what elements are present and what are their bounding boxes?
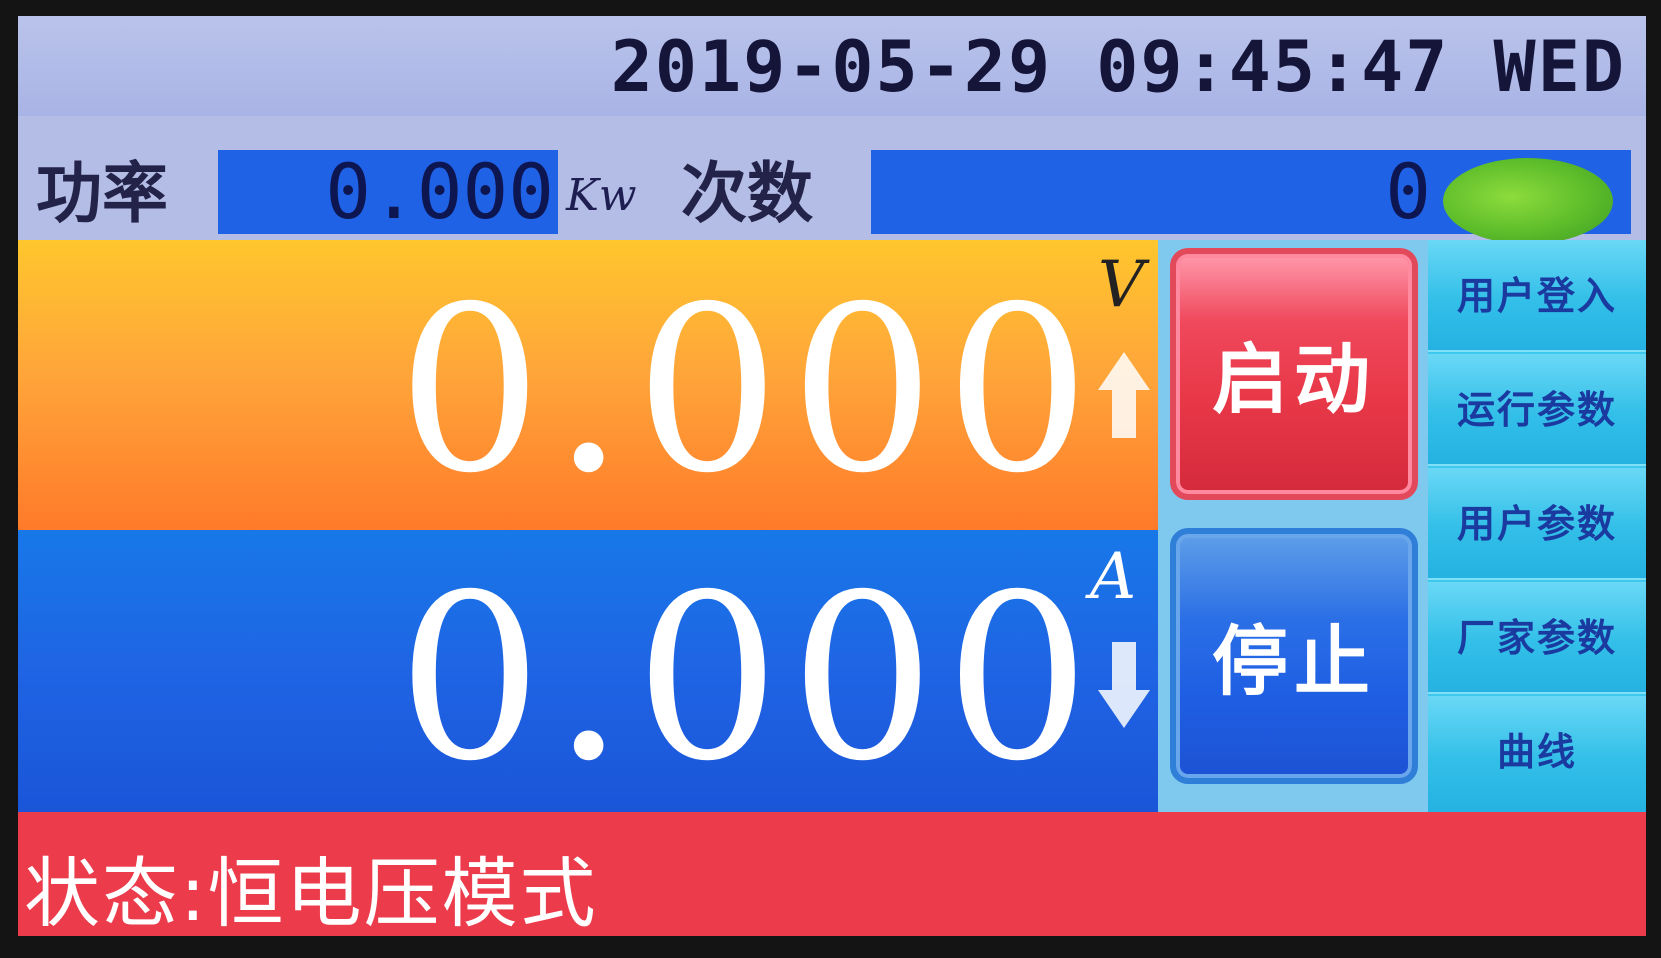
voltage-panel: 0.000 V xyxy=(18,240,1158,530)
power-count-row: 功率 0.000 Kw 次数 0 xyxy=(18,116,1646,240)
start-button[interactable]: 启动 xyxy=(1170,248,1418,500)
menu-item-factory-params[interactable]: 厂家参数 xyxy=(1428,582,1646,694)
datetime-bar: 2019-05-29 09:45:47 WED xyxy=(18,16,1646,116)
power-label: 功率 xyxy=(36,155,168,232)
menu-item-user-params[interactable]: 用户参数 xyxy=(1428,468,1646,580)
power-value: 0.000 xyxy=(218,150,558,234)
hmi-screen: 2019-05-29 09:45:47 WED 功率 0.000 Kw 次数 0… xyxy=(18,16,1646,936)
status-led-icon xyxy=(1443,158,1613,244)
arrow-down-icon xyxy=(1098,642,1150,728)
control-column: 启动 停止 xyxy=(1158,240,1428,812)
datetime-display: 2019-05-29 09:45:47 WED xyxy=(610,26,1626,108)
count-label: 次数 xyxy=(681,155,813,232)
status-text: 状态:恒电压模式 xyxy=(24,849,598,936)
voltage-value: 0.000 xyxy=(397,257,1100,523)
stop-button[interactable]: 停止 xyxy=(1170,528,1418,784)
arrow-up-icon xyxy=(1098,352,1150,438)
menu-item-curve[interactable]: 曲线 xyxy=(1428,696,1646,812)
current-panel: 0.000 A xyxy=(18,530,1158,812)
voltage-unit: V xyxy=(1098,248,1145,322)
side-menu: 用户登入 运行参数 用户参数 厂家参数 曲线 xyxy=(1428,240,1646,812)
menu-item-user-login[interactable]: 用户登入 xyxy=(1428,240,1646,352)
menu-item-run-params[interactable]: 运行参数 xyxy=(1428,354,1646,466)
status-bar: 状态:恒电压模式 xyxy=(18,812,1646,936)
current-unit: A xyxy=(1090,540,1137,614)
power-unit: Kw xyxy=(566,170,637,221)
current-value: 0.000 xyxy=(397,545,1100,811)
